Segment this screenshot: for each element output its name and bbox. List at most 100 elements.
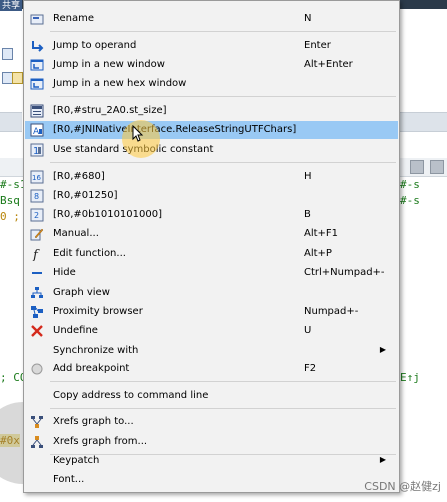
menu-item-shortcut: B — [304, 209, 311, 220]
menu-item-shortcut: Enter — [304, 40, 331, 51]
xrefs-to-icon — [31, 416, 43, 428]
menu-item-binary[interactable]: 2 [R0,#0b1010101000] B — [25, 206, 398, 224]
menu-item-struct-offset[interactable]: [R0,#stru_2A0.st_size] — [25, 102, 398, 120]
toolbar-icon[interactable] — [2, 48, 13, 60]
binary-number-icon: 2 — [30, 208, 44, 222]
hex-window-icon — [30, 78, 44, 90]
menu-item-graph-view[interactable]: Graph view — [25, 284, 398, 302]
menu-item-label: Synchronize with — [53, 345, 139, 356]
menu-item-label: Jump in a new hex window — [53, 78, 187, 89]
menu-item-label: Hide — [53, 267, 76, 278]
right-bar-fragment — [400, 112, 447, 132]
manual-edit-icon — [30, 228, 44, 241]
code-fragment: 0 ; — [0, 210, 20, 223]
hide-icon — [32, 272, 42, 274]
function-icon: f — [32, 248, 40, 261]
menu-item-label: [R0,#01250] — [53, 190, 118, 201]
menu-separator — [50, 96, 396, 97]
menu-item-shortcut: N — [304, 13, 312, 24]
toolbar-icon[interactable] — [12, 72, 23, 84]
menu-item-rename[interactable]: Rename N — [25, 10, 398, 28]
left-bar-fragment — [0, 112, 22, 132]
menu-item-label: Font... — [53, 474, 85, 485]
menu-item-add-breakpoint[interactable]: Add breakpoint F2 — [25, 360, 398, 378]
menu-item-shortcut: Alt+F1 — [304, 228, 339, 239]
symbolic-constant-icon: 1 — [30, 143, 44, 157]
code-fragment: Bsq — [0, 194, 20, 207]
octal-number-icon: 8 — [30, 189, 44, 203]
menu-item-font[interactable]: Font... — [25, 471, 398, 489]
menu-item-hex-680[interactable]: 16 [R0,#680] H — [25, 168, 398, 186]
menu-item-shortcut: Numpad+- — [304, 306, 359, 317]
menu-item-label: Manual... — [53, 228, 99, 239]
context-menu: Rename N Jump to operand Enter Jump in a… — [23, 0, 400, 493]
breakpoint-icon — [31, 363, 43, 375]
menu-item-keypatch[interactable]: Keypatch ▶ — [25, 452, 398, 470]
menu-item-xrefs-graph-to[interactable]: Xrefs graph to... — [25, 413, 398, 431]
menu-item-jump-to-operand[interactable]: Jump to operand Enter — [25, 37, 398, 55]
menu-item-xrefs-graph-from[interactable]: Xrefs graph from... — [25, 433, 398, 451]
toolbar-fragment-2 — [0, 70, 23, 90]
menu-item-label: Undefine — [53, 325, 98, 336]
menu-item-proximity-browser[interactable]: Proximity browser Numpad+- — [25, 303, 398, 321]
menu-item-edit-function[interactable]: f Edit function... Alt+P — [25, 245, 398, 263]
menu-item-label: [R0,#stru_2A0.st_size] — [53, 105, 167, 116]
svg-text:A: A — [33, 127, 40, 137]
menu-item-jump-new-window[interactable]: Jump in a new window Alt+Enter — [25, 56, 398, 74]
struct-offset-selected-icon: A — [30, 123, 44, 137]
graph-view-icon — [31, 287, 43, 298]
menu-item-label: Xrefs graph to... — [53, 416, 134, 427]
toolbar-fragment — [0, 44, 22, 66]
menu-item-label: Jump in a new window — [53, 59, 165, 70]
menu-item-label: Proximity browser — [53, 306, 143, 317]
menu-item-copy-address[interactable]: Copy address to command line — [25, 387, 398, 405]
menu-item-shortcut: F2 — [304, 363, 317, 374]
code-fragment: #-s — [400, 194, 420, 207]
menu-item-label: Xrefs graph from... — [53, 436, 148, 447]
menu-item-shortcut: H — [304, 171, 312, 182]
menu-item-label: Graph view — [53, 287, 110, 298]
struct-offset-icon — [30, 104, 44, 118]
svg-text:2: 2 — [34, 211, 39, 220]
watermark: CSDN @赵健zj — [364, 480, 441, 493]
menu-item-label: [R0,#JNINativeInterface.ReleaseStringUTF… — [53, 124, 297, 135]
new-window-icon — [30, 59, 44, 71]
menu-item-octal-01250[interactable]: 8 [R0,#01250] — [25, 187, 398, 205]
mouse-pointer-icon — [132, 125, 144, 142]
svg-text:16: 16 — [32, 174, 41, 182]
menu-item-shortcut: Alt+P — [304, 248, 332, 259]
menu-separator — [50, 408, 396, 409]
menu-item-jump-new-hex-window[interactable]: Jump in a new hex window — [25, 75, 398, 93]
undefine-x-icon — [31, 325, 43, 337]
menu-item-jni-release-string-selected[interactable]: A [R0,#JNINativeInterface.ReleaseStringU… — [25, 121, 398, 139]
menu-item-label: Copy address to command line — [53, 390, 209, 401]
menu-item-label: Jump to operand — [53, 40, 137, 51]
panel-close-icon[interactable] — [410, 160, 424, 174]
menu-separator — [50, 381, 396, 382]
top-tab-label: 共享 — [0, 0, 23, 11]
submenu-arrow-icon: ▶ — [379, 455, 386, 464]
menu-item-label: [R0,#680] — [53, 171, 105, 182]
xrefs-from-icon — [31, 436, 43, 448]
menu-item-shortcut: U — [304, 325, 312, 336]
menu-separator — [50, 162, 396, 163]
menu-item-manual[interactable]: Manual... Alt+F1 — [25, 225, 398, 243]
proximity-icon — [31, 306, 43, 318]
menu-item-label: [R0,#0b1010101000] — [53, 209, 163, 220]
menu-item-label: Rename — [53, 13, 95, 24]
menu-item-standard-symbolic-constant[interactable]: 1 Use standard symbolic constant — [25, 141, 398, 159]
menu-item-label: Keypatch — [53, 455, 100, 466]
menu-item-hide[interactable]: Hide Ctrl+Numpad+- — [25, 264, 398, 282]
menu-item-label: Edit function... — [53, 248, 126, 259]
rename-icon — [30, 14, 44, 25]
menu-item-undefine[interactable]: Undefine U — [25, 322, 398, 340]
menu-separator — [50, 31, 396, 32]
code-fragment: #-s — [400, 178, 420, 191]
svg-text:f: f — [32, 248, 40, 261]
panel-restore-icon[interactable] — [430, 160, 444, 174]
svg-text:8: 8 — [34, 192, 39, 201]
hex-number-icon: 16 — [30, 170, 44, 184]
menu-item-shortcut: Alt+Enter — [304, 59, 353, 70]
menu-item-synchronize-with[interactable]: Synchronize with ▶ — [25, 342, 398, 360]
code-fragment: E↑j — [400, 371, 420, 384]
